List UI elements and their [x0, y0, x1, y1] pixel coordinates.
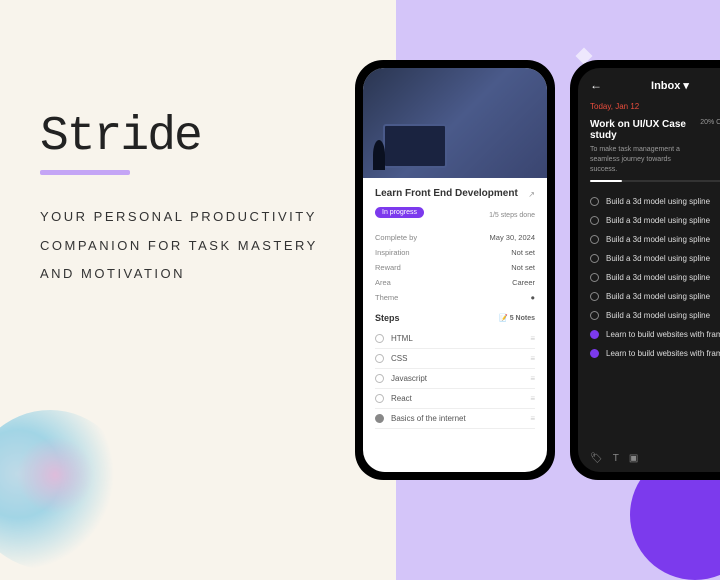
meta-value: Not set [511, 248, 535, 257]
tag-icon[interactable]: 🏷 [590, 453, 603, 464]
subtask-item[interactable]: Build a 3d model using spline [578, 287, 720, 306]
subtask-checkbox-icon[interactable] [590, 311, 599, 320]
subtask-name: Build a 3d model using spline [606, 273, 710, 282]
drag-handle-icon[interactable]: ≡ [530, 334, 535, 343]
meta-label: Reward [375, 263, 401, 272]
meta-label: Complete by [375, 233, 417, 242]
meta-row[interactable]: Reward Not set [375, 260, 535, 275]
drag-handle-icon[interactable]: ≡ [530, 354, 535, 363]
subtask-name: Build a 3d model using spline [606, 216, 710, 225]
meta-label: Theme [375, 293, 398, 302]
drag-handle-icon[interactable]: ≡ [530, 394, 535, 403]
notes-count[interactable]: 📝 5 Notes [499, 314, 535, 322]
meta-value: Not set [511, 263, 535, 272]
brand-title: Stride [40, 110, 340, 164]
inbox-title: Inbox ▾ [651, 79, 689, 92]
steps-heading: Steps [375, 313, 400, 323]
subtask-checkbox-icon[interactable] [590, 349, 599, 358]
meta-row[interactable]: Theme ● [375, 290, 535, 305]
step-name: Basics of the internet [391, 414, 530, 423]
progress-bar [590, 180, 720, 182]
subtask-item[interactable]: Build a 3d model using spline [578, 211, 720, 230]
subtask-item[interactable]: Build a 3d model using spline [578, 249, 720, 268]
step-name: React [391, 394, 530, 403]
step-name: Javascript [391, 374, 530, 383]
subtask-name: Build a 3d model using spline [606, 254, 710, 263]
step-item[interactable]: Basics of the internet≡ [375, 409, 535, 429]
subtask-checkbox-icon[interactable] [590, 273, 599, 282]
meta-row[interactable]: Area Career [375, 275, 535, 290]
goal-hero-image [363, 68, 547, 178]
subtask-name: Learn to build websites with framer [606, 330, 720, 339]
step-item[interactable]: React≡ [375, 389, 535, 409]
subtask-name: Learn to build websites with framer [606, 349, 720, 358]
marketing-copy: Stride YOUR PERSONAL PRODUCTIVITY COMPAN… [40, 110, 340, 289]
subtask-checkbox-icon[interactable] [590, 254, 599, 263]
subtask-item[interactable]: Learn to build websites with framer [578, 344, 720, 363]
status-badge: In progress [375, 207, 424, 218]
step-item[interactable]: Javascript≡ [375, 369, 535, 389]
image-icon[interactable]: ▣ [629, 453, 638, 464]
subtask-item[interactable]: Learn to build websites with framer [578, 325, 720, 344]
step-item[interactable]: HTML≡ [375, 329, 535, 349]
subtask-checkbox-icon[interactable] [590, 330, 599, 339]
step-name: HTML [391, 334, 530, 343]
subtask-checkbox-icon[interactable] [590, 197, 599, 206]
subtask-item[interactable]: Build a 3d model using spline [578, 230, 720, 249]
step-name: CSS [391, 354, 530, 363]
goal-title: Learn Front End Development [375, 188, 518, 199]
drag-handle-icon[interactable]: ≡ [530, 414, 535, 423]
steps-progress: 1/5 steps done [489, 212, 535, 219]
subtask-item[interactable]: Build a 3d model using spline [578, 306, 720, 325]
task-title: Work on UI/UX Case study [590, 119, 700, 141]
meta-value: May 30, 2024 [490, 233, 535, 242]
meta-row[interactable]: Inspiration Not set [375, 245, 535, 260]
subtask-checkbox-icon[interactable] [590, 235, 599, 244]
phone-mockup-dark: ← Inbox ▾ ⋮ Today, Jan 12 Work on UI/UX … [570, 60, 720, 480]
meta-label: Inspiration [375, 248, 410, 257]
task-description: To make task management a seamless journ… [590, 145, 700, 174]
step-checkbox-icon[interactable] [375, 374, 384, 383]
phone-mockup-light: ← Learn Front End Development ↗ In progr… [355, 60, 555, 480]
subtask-item[interactable]: Build a 3d model using spline [578, 192, 720, 211]
subtask-checkbox-icon[interactable] [590, 216, 599, 225]
subtask-name: Build a 3d model using spline [606, 292, 710, 301]
text-icon[interactable]: T [613, 453, 619, 464]
meta-value: ● [530, 293, 535, 302]
step-item[interactable]: CSS≡ [375, 349, 535, 369]
step-checkbox-icon[interactable] [375, 354, 384, 363]
step-checkbox-icon[interactable] [375, 334, 384, 343]
subtask-item[interactable]: Build a 3d model using spline [578, 268, 720, 287]
expand-icon[interactable]: ↗ [528, 190, 535, 199]
subtask-name: Build a 3d model using spline [606, 235, 710, 244]
brand-underline [40, 170, 130, 175]
drag-handle-icon[interactable]: ≡ [530, 374, 535, 383]
meta-row[interactable]: Complete by May 30, 2024 [375, 230, 535, 245]
meta-label: Area [375, 278, 391, 287]
bottom-toolbar: 🏷 T ▣ [590, 453, 638, 464]
meta-value: Career [512, 278, 535, 287]
step-checkbox-icon[interactable] [375, 414, 384, 423]
subtask-name: Build a 3d model using spline [606, 311, 710, 320]
subtask-checkbox-icon[interactable] [590, 292, 599, 301]
step-checkbox-icon[interactable] [375, 394, 384, 403]
decoration-watercolor [0, 410, 130, 570]
progress-label: 20% Completed [700, 119, 720, 126]
tagline: YOUR PERSONAL PRODUCTIVITY COMPANION FOR… [40, 203, 340, 289]
back-arrow-icon[interactable]: ← [590, 78, 602, 92]
date-label: Today, Jan 12 [578, 102, 720, 119]
subtask-name: Build a 3d model using spline [606, 197, 710, 206]
